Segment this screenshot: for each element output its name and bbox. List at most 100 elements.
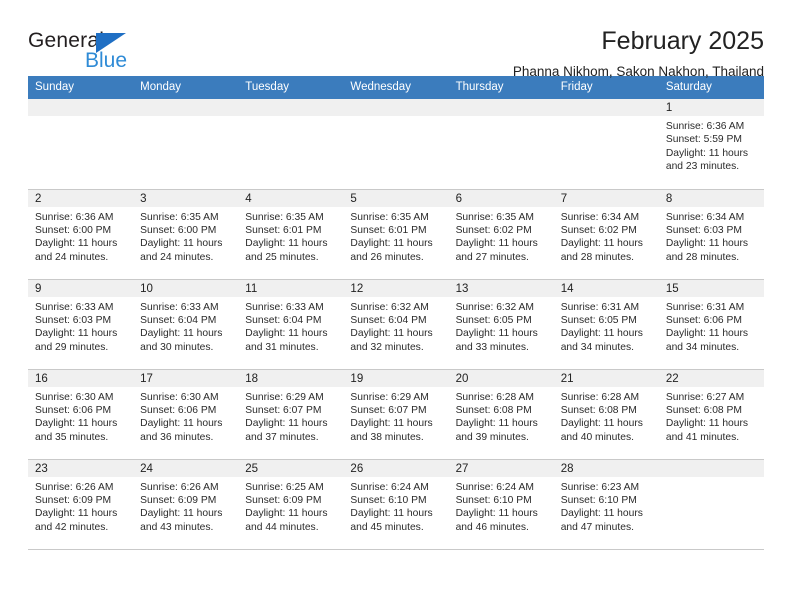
day-details: Sunrise: 6:24 AM Sunset: 6:10 PM Daylight:…: [449, 477, 554, 535]
day-cell-24[interactable]: 24 Sunrise: 6:26 AM Sunset: 6:09 PM Dayligh…: [133, 459, 239, 550]
day-details: Sunrise: 6:27 AM Sunset: 6:08 PM Daylight:…: [659, 387, 764, 445]
day-detail-line: Sunrise: 6:31 AM: [560, 301, 640, 313]
day-detail-line: Sunset: 6:04 PM: [350, 314, 427, 326]
day-cell-14[interactable]: 14 Sunrise: 6:31 AM Sunset: 6:05 PM Dayligh…: [553, 279, 659, 370]
day-detail-line: and 28 minutes.: [560, 251, 634, 263]
day-detail-line: Sunrise: 6:28 AM: [560, 391, 640, 403]
day-detail-line: Sunrise: 6:30 AM: [140, 391, 219, 403]
day-detail-line: Daylight: 11 hours: [245, 238, 328, 250]
day-detail-line: Sunrise: 6:35 AM: [245, 211, 324, 223]
day-number: 21: [553, 369, 659, 387]
day-details: Sunrise: 6:33 AM Sunset: 6:04 PM Daylight:…: [133, 297, 238, 355]
day-detail-line: Daylight: 11 hours: [140, 328, 223, 340]
day-cell-9[interactable]: 9 Sunrise: 6:33 AM Sunset: 6:03 PM Daylight…: [28, 279, 134, 370]
day-cell-19[interactable]: 19 Sunrise: 6:29 AM Sunset: 6:07 PM Dayligh…: [343, 369, 449, 460]
day-cell-10[interactable]: 10 Sunrise: 6:33 AM Sunset: 6:04 PM Dayligh…: [133, 279, 239, 370]
day-details: [238, 116, 343, 120]
day-cell-18[interactable]: 18 Sunrise: 6:29 AM Sunset: 6:07 PM Dayligh…: [238, 369, 344, 460]
day-number: 15: [658, 279, 764, 297]
day-cell-20[interactable]: 20 Sunrise: 6:28 AM Sunset: 6:08 PM Dayligh…: [448, 369, 554, 460]
day-detail-line: and 39 minutes.: [455, 431, 529, 443]
day-cell-25[interactable]: 25 Sunrise: 6:25 AM Sunset: 6:09 PM Dayligh…: [238, 459, 344, 550]
day-number: 19: [343, 369, 449, 387]
day-detail-line: Daylight: 11 hours: [560, 508, 643, 520]
day-cell-26[interactable]: 26 Sunrise: 6:24 AM Sunset: 6:10 PM Dayligh…: [343, 459, 449, 550]
day-cell-17[interactable]: 17 Sunrise: 6:30 AM Sunset: 6:06 PM Dayligh…: [133, 369, 239, 460]
day-detail-line: Sunset: 6:04 PM: [140, 314, 217, 326]
day-detail-line: Daylight: 11 hours: [455, 238, 538, 250]
day-detail-line: Daylight: 11 hours: [35, 238, 118, 250]
day-cell-1[interactable]: 1 Sunrise: 6:36 AM Sunset: 5:59 PM Daylight…: [658, 99, 764, 190]
day-details: Sunrise: 6:28 AM Sunset: 6:08 PM Daylight:…: [554, 387, 659, 445]
day-detail-line: and 44 minutes.: [245, 521, 319, 533]
day-detail-line: Sunrise: 6:35 AM: [350, 211, 429, 223]
day-cell-21[interactable]: 21 Sunrise: 6:28 AM Sunset: 6:08 PM Dayligh…: [553, 369, 659, 460]
weekday-header-sunday: Sunday: [28, 76, 134, 99]
day-detail-line: Sunset: 6:04 PM: [245, 314, 322, 326]
day-detail-line: Sunset: 6:08 PM: [560, 404, 637, 416]
day-detail-line: Sunset: 6:06 PM: [140, 404, 217, 416]
day-details: Sunrise: 6:30 AM Sunset: 6:06 PM Daylight:…: [28, 387, 133, 445]
day-cell-5[interactable]: 5 Sunrise: 6:35 AM Sunset: 6:01 PM Daylight…: [343, 189, 449, 280]
day-cell-23[interactable]: 23 Sunrise: 6:26 AM Sunset: 6:09 PM Dayligh…: [28, 459, 134, 550]
calendar-grid: Sunday Monday Tuesday Wednesday Thursday Frid…: [28, 76, 764, 550]
day-detail-line: Sunset: 6:01 PM: [350, 224, 427, 236]
day-cell-16[interactable]: 16 Sunrise: 6:30 AM Sunset: 6:06 PM Dayligh…: [28, 369, 134, 460]
day-detail-line: Sunset: 6:06 PM: [35, 404, 112, 416]
day-cell-27[interactable]: 27 Sunrise: 6:24 AM Sunset: 6:10 PM Dayligh…: [448, 459, 554, 550]
day-detail-line: Daylight: 11 hours: [665, 238, 749, 250]
day-cell-15[interactable]: 15 Sunrise: 6:31 AM Sunset: 6:06 PM Dayligh…: [658, 279, 764, 370]
day-details: Sunrise: 6:32 AM Sunset: 6:05 PM Daylight:…: [449, 297, 554, 355]
day-number: [238, 99, 344, 116]
day-detail-line: Sunset: 6:03 PM: [35, 314, 112, 326]
day-detail-line: Sunset: 6:02 PM: [560, 224, 637, 236]
weekday-header-monday: Monday: [133, 76, 239, 99]
day-cell-12[interactable]: 12 Sunrise: 6:32 AM Sunset: 6:04 PM Dayligh…: [343, 279, 449, 370]
day-number: 7: [553, 189, 659, 207]
day-detail-line: Sunrise: 6:28 AM: [455, 391, 534, 403]
day-detail-line: Daylight: 11 hours: [455, 328, 538, 340]
day-cell-empty: [133, 99, 239, 190]
day-cell-8[interactable]: 8 Sunrise: 6:34 AM Sunset: 6:03 PM Daylight…: [658, 189, 764, 280]
day-number: [28, 99, 134, 116]
day-detail-line: Sunrise: 6:30 AM: [35, 391, 114, 403]
day-cell-3[interactable]: 3 Sunrise: 6:35 AM Sunset: 6:00 PM Daylight…: [133, 189, 239, 280]
day-number: 24: [133, 459, 239, 477]
day-detail-line: and 35 minutes.: [35, 431, 109, 443]
day-cell-4[interactable]: 4 Sunrise: 6:35 AM Sunset: 6:01 PM Daylight…: [238, 189, 344, 280]
day-detail-line: Sunset: 6:09 PM: [140, 494, 217, 506]
day-detail-line: Sunrise: 6:31 AM: [665, 301, 745, 313]
day-detail-line: and 38 minutes.: [350, 431, 424, 443]
day-detail-line: Sunset: 6:08 PM: [665, 404, 742, 416]
day-cell-6[interactable]: 6 Sunrise: 6:35 AM Sunset: 6:02 PM Daylight…: [448, 189, 554, 280]
page-header: General Blue February 2025 Phanna Nikhom…: [28, 0, 764, 79]
day-cell-2[interactable]: 2 Sunrise: 6:36 AM Sunset: 6:00 PM Daylight…: [28, 189, 134, 280]
day-detail-line: Sunset: 6:09 PM: [245, 494, 322, 506]
day-number: [133, 99, 239, 116]
day-detail-line: and 24 minutes.: [140, 251, 214, 263]
day-details: Sunrise: 6:26 AM Sunset: 6:09 PM Daylight:…: [28, 477, 133, 535]
day-cell-22[interactable]: 22 Sunrise: 6:27 AM Sunset: 6:08 PM Dayligh…: [658, 369, 764, 460]
day-cell-7[interactable]: 7 Sunrise: 6:34 AM Sunset: 6:02 PM Daylight…: [553, 189, 659, 280]
title-block: February 2025 Phanna Nikhom, Sakon Nakho…: [513, 28, 764, 80]
day-number: 9: [28, 279, 134, 297]
day-details: Sunrise: 6:35 AM Sunset: 6:00 PM Daylight:…: [133, 207, 238, 265]
day-cell-28[interactable]: 28 Sunrise: 6:23 AM Sunset: 6:10 PM Dayligh…: [553, 459, 659, 550]
day-details: Sunrise: 6:26 AM Sunset: 6:09 PM Daylight:…: [133, 477, 238, 535]
day-details: [28, 116, 133, 120]
calendar-body: 1 Sunrise: 6:36 AM Sunset: 5:59 PM Daylight…: [28, 99, 764, 550]
day-cell-13[interactable]: 13 Sunrise: 6:32 AM Sunset: 6:05 PM Dayligh…: [448, 279, 554, 370]
day-detail-line: Daylight: 11 hours: [455, 418, 538, 430]
day-details: Sunrise: 6:34 AM Sunset: 6:02 PM Daylight:…: [554, 207, 659, 265]
day-cell-11[interactable]: 11 Sunrise: 6:33 AM Sunset: 6:04 PM Dayligh…: [238, 279, 344, 370]
day-detail-line: Sunrise: 6:34 AM: [665, 211, 745, 223]
day-details: [554, 116, 659, 120]
day-details: Sunrise: 6:30 AM Sunset: 6:06 PM Daylight:…: [133, 387, 238, 445]
day-number: 17: [133, 369, 239, 387]
calendar-week-row: 2 Sunrise: 6:36 AM Sunset: 6:00 PM Daylight…: [28, 189, 764, 280]
day-detail-line: and 34 minutes.: [560, 341, 634, 353]
general-blue-logo[interactable]: General Blue: [28, 28, 148, 76]
day-detail-line: Daylight: 11 hours: [140, 418, 223, 430]
day-detail-line: Sunset: 6:10 PM: [350, 494, 427, 506]
day-detail-line: Daylight: 11 hours: [560, 328, 643, 340]
